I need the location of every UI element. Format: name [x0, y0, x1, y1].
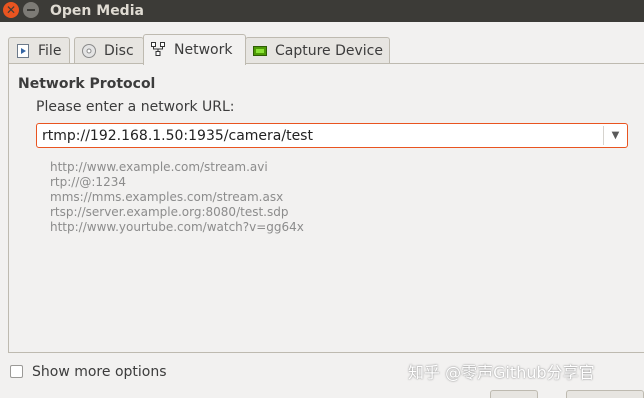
dialog-button-partial[interactable]: [566, 390, 644, 398]
disc-icon: [82, 44, 96, 58]
url-examples-list: http://www.example.com/stream.avi rtp://…: [50, 160, 304, 235]
tab-file[interactable]: File: [8, 37, 70, 64]
capture-device-icon: [253, 46, 267, 56]
tab-network-label: Network: [174, 42, 233, 58]
tab-disc[interactable]: Disc: [74, 37, 144, 64]
show-more-options-label[interactable]: Show more options: [32, 364, 167, 380]
url-example: rtp://@:1234: [50, 175, 126, 189]
open-media-dialog: ✕ Open Media File Disc Network Capture D…: [0, 0, 644, 398]
tab-file-label: File: [38, 43, 62, 59]
tab-capture-device-label: Capture Device: [275, 43, 383, 59]
dialog-button-partial[interactable]: [490, 390, 538, 398]
url-example: http://www.yourtube.com/watch?v=gg64x: [50, 220, 304, 234]
tab-capture-device[interactable]: Capture Device: [245, 37, 390, 64]
url-example: rtsp://server.example.org:8080/test.sdp: [50, 205, 289, 219]
window-title: Open Media: [50, 3, 144, 19]
tab-disc-label: Disc: [104, 43, 134, 59]
network-url-input[interactable]: [37, 124, 602, 147]
url-prompt-label: Please enter a network URL:: [36, 99, 235, 115]
title-bar: ✕ Open Media: [0, 0, 644, 22]
url-example: mms://mms.examples.com/stream.asx: [50, 190, 284, 204]
file-icon: [17, 44, 29, 58]
url-example: http://www.example.com/stream.avi: [50, 160, 268, 174]
url-dropdown-button[interactable]: ▼: [604, 124, 627, 147]
network-protocol-heading: Network Protocol: [18, 76, 156, 92]
show-more-options-checkbox[interactable]: [10, 365, 23, 378]
network-icon: [151, 42, 165, 56]
minimize-window-button[interactable]: [23, 2, 39, 18]
tab-network[interactable]: Network: [143, 34, 246, 65]
close-icon: ✕: [5, 3, 17, 17]
close-window-button[interactable]: ✕: [3, 2, 19, 18]
chevron-down-icon: ▼: [611, 130, 620, 141]
watermark-text: 知乎 @零声Github分享官: [408, 363, 595, 382]
network-url-combobox[interactable]: ▼: [36, 123, 628, 148]
